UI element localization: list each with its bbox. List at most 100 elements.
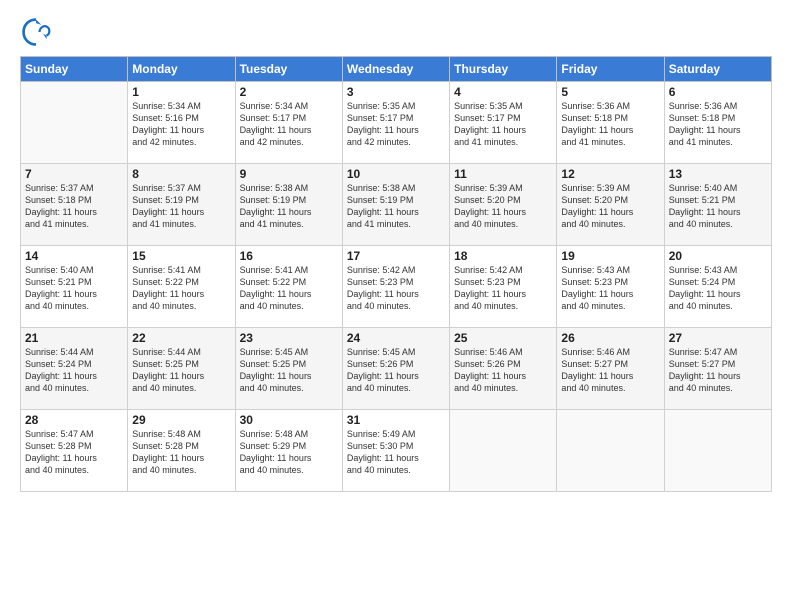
calendar-cell: 8Sunrise: 5:37 AM Sunset: 5:19 PM Daylig… (128, 164, 235, 246)
day-number: 9 (240, 167, 338, 181)
week-row-5: 28Sunrise: 5:47 AM Sunset: 5:28 PM Dayli… (21, 410, 772, 492)
day-info: Sunrise: 5:42 AM Sunset: 5:23 PM Dayligh… (347, 264, 445, 313)
calendar-cell: 11Sunrise: 5:39 AM Sunset: 5:20 PM Dayli… (450, 164, 557, 246)
day-number: 16 (240, 249, 338, 263)
day-info: Sunrise: 5:39 AM Sunset: 5:20 PM Dayligh… (454, 182, 552, 231)
calendar-cell (21, 82, 128, 164)
day-number: 14 (25, 249, 123, 263)
day-info: Sunrise: 5:43 AM Sunset: 5:23 PM Dayligh… (561, 264, 659, 313)
calendar-cell: 29Sunrise: 5:48 AM Sunset: 5:28 PM Dayli… (128, 410, 235, 492)
day-info: Sunrise: 5:44 AM Sunset: 5:24 PM Dayligh… (25, 346, 123, 395)
day-info: Sunrise: 5:49 AM Sunset: 5:30 PM Dayligh… (347, 428, 445, 477)
weekday-header-thursday: Thursday (450, 57, 557, 82)
day-info: Sunrise: 5:37 AM Sunset: 5:19 PM Dayligh… (132, 182, 230, 231)
day-info: Sunrise: 5:44 AM Sunset: 5:25 PM Dayligh… (132, 346, 230, 395)
day-number: 10 (347, 167, 445, 181)
day-number: 25 (454, 331, 552, 345)
header (20, 16, 772, 48)
calendar-cell: 27Sunrise: 5:47 AM Sunset: 5:27 PM Dayli… (664, 328, 771, 410)
day-number: 21 (25, 331, 123, 345)
day-number: 28 (25, 413, 123, 427)
day-info: Sunrise: 5:42 AM Sunset: 5:23 PM Dayligh… (454, 264, 552, 313)
weekday-header-wednesday: Wednesday (342, 57, 449, 82)
day-number: 2 (240, 85, 338, 99)
calendar-cell: 23Sunrise: 5:45 AM Sunset: 5:25 PM Dayli… (235, 328, 342, 410)
calendar: SundayMondayTuesdayWednesdayThursdayFrid… (20, 56, 772, 492)
calendar-cell: 16Sunrise: 5:41 AM Sunset: 5:22 PM Dayli… (235, 246, 342, 328)
day-number: 12 (561, 167, 659, 181)
day-number: 15 (132, 249, 230, 263)
calendar-cell: 30Sunrise: 5:48 AM Sunset: 5:29 PM Dayli… (235, 410, 342, 492)
day-info: Sunrise: 5:48 AM Sunset: 5:29 PM Dayligh… (240, 428, 338, 477)
calendar-cell: 24Sunrise: 5:45 AM Sunset: 5:26 PM Dayli… (342, 328, 449, 410)
day-info: Sunrise: 5:34 AM Sunset: 5:17 PM Dayligh… (240, 100, 338, 149)
week-row-1: 1Sunrise: 5:34 AM Sunset: 5:16 PM Daylig… (21, 82, 772, 164)
day-info: Sunrise: 5:40 AM Sunset: 5:21 PM Dayligh… (25, 264, 123, 313)
calendar-cell: 21Sunrise: 5:44 AM Sunset: 5:24 PM Dayli… (21, 328, 128, 410)
day-info: Sunrise: 5:37 AM Sunset: 5:18 PM Dayligh… (25, 182, 123, 231)
day-number: 31 (347, 413, 445, 427)
page: SundayMondayTuesdayWednesdayThursdayFrid… (0, 0, 792, 612)
day-number: 30 (240, 413, 338, 427)
day-number: 24 (347, 331, 445, 345)
day-info: Sunrise: 5:46 AM Sunset: 5:27 PM Dayligh… (561, 346, 659, 395)
calendar-cell: 17Sunrise: 5:42 AM Sunset: 5:23 PM Dayli… (342, 246, 449, 328)
weekday-header-monday: Monday (128, 57, 235, 82)
day-info: Sunrise: 5:47 AM Sunset: 5:28 PM Dayligh… (25, 428, 123, 477)
day-info: Sunrise: 5:34 AM Sunset: 5:16 PM Dayligh… (132, 100, 230, 149)
calendar-cell: 28Sunrise: 5:47 AM Sunset: 5:28 PM Dayli… (21, 410, 128, 492)
day-number: 11 (454, 167, 552, 181)
day-number: 5 (561, 85, 659, 99)
calendar-cell: 20Sunrise: 5:43 AM Sunset: 5:24 PM Dayli… (664, 246, 771, 328)
weekday-header-sunday: Sunday (21, 57, 128, 82)
calendar-cell: 19Sunrise: 5:43 AM Sunset: 5:23 PM Dayli… (557, 246, 664, 328)
calendar-cell: 12Sunrise: 5:39 AM Sunset: 5:20 PM Dayli… (557, 164, 664, 246)
calendar-cell: 6Sunrise: 5:36 AM Sunset: 5:18 PM Daylig… (664, 82, 771, 164)
day-info: Sunrise: 5:40 AM Sunset: 5:21 PM Dayligh… (669, 182, 767, 231)
day-info: Sunrise: 5:45 AM Sunset: 5:26 PM Dayligh… (347, 346, 445, 395)
calendar-cell: 13Sunrise: 5:40 AM Sunset: 5:21 PM Dayli… (664, 164, 771, 246)
day-info: Sunrise: 5:45 AM Sunset: 5:25 PM Dayligh… (240, 346, 338, 395)
day-number: 7 (25, 167, 123, 181)
day-info: Sunrise: 5:46 AM Sunset: 5:26 PM Dayligh… (454, 346, 552, 395)
day-number: 6 (669, 85, 767, 99)
weekday-header-row: SundayMondayTuesdayWednesdayThursdayFrid… (21, 57, 772, 82)
calendar-cell: 7Sunrise: 5:37 AM Sunset: 5:18 PM Daylig… (21, 164, 128, 246)
calendar-cell (664, 410, 771, 492)
day-info: Sunrise: 5:38 AM Sunset: 5:19 PM Dayligh… (347, 182, 445, 231)
weekday-header-friday: Friday (557, 57, 664, 82)
calendar-cell: 26Sunrise: 5:46 AM Sunset: 5:27 PM Dayli… (557, 328, 664, 410)
day-info: Sunrise: 5:35 AM Sunset: 5:17 PM Dayligh… (454, 100, 552, 149)
calendar-cell: 4Sunrise: 5:35 AM Sunset: 5:17 PM Daylig… (450, 82, 557, 164)
day-info: Sunrise: 5:39 AM Sunset: 5:20 PM Dayligh… (561, 182, 659, 231)
day-info: Sunrise: 5:38 AM Sunset: 5:19 PM Dayligh… (240, 182, 338, 231)
calendar-cell: 10Sunrise: 5:38 AM Sunset: 5:19 PM Dayli… (342, 164, 449, 246)
calendar-cell: 1Sunrise: 5:34 AM Sunset: 5:16 PM Daylig… (128, 82, 235, 164)
calendar-cell: 18Sunrise: 5:42 AM Sunset: 5:23 PM Dayli… (450, 246, 557, 328)
day-info: Sunrise: 5:43 AM Sunset: 5:24 PM Dayligh… (669, 264, 767, 313)
calendar-cell (450, 410, 557, 492)
calendar-cell: 15Sunrise: 5:41 AM Sunset: 5:22 PM Dayli… (128, 246, 235, 328)
logo-icon (20, 16, 52, 48)
day-number: 8 (132, 167, 230, 181)
calendar-cell: 31Sunrise: 5:49 AM Sunset: 5:30 PM Dayli… (342, 410, 449, 492)
day-number: 26 (561, 331, 659, 345)
calendar-cell (557, 410, 664, 492)
weekday-header-saturday: Saturday (664, 57, 771, 82)
calendar-cell: 9Sunrise: 5:38 AM Sunset: 5:19 PM Daylig… (235, 164, 342, 246)
day-info: Sunrise: 5:47 AM Sunset: 5:27 PM Dayligh… (669, 346, 767, 395)
calendar-cell: 2Sunrise: 5:34 AM Sunset: 5:17 PM Daylig… (235, 82, 342, 164)
day-number: 1 (132, 85, 230, 99)
logo (20, 16, 56, 48)
weekday-header-tuesday: Tuesday (235, 57, 342, 82)
day-number: 18 (454, 249, 552, 263)
day-number: 4 (454, 85, 552, 99)
day-number: 20 (669, 249, 767, 263)
day-number: 3 (347, 85, 445, 99)
day-info: Sunrise: 5:36 AM Sunset: 5:18 PM Dayligh… (669, 100, 767, 149)
calendar-cell: 25Sunrise: 5:46 AM Sunset: 5:26 PM Dayli… (450, 328, 557, 410)
calendar-cell: 14Sunrise: 5:40 AM Sunset: 5:21 PM Dayli… (21, 246, 128, 328)
day-number: 29 (132, 413, 230, 427)
day-number: 27 (669, 331, 767, 345)
week-row-4: 21Sunrise: 5:44 AM Sunset: 5:24 PM Dayli… (21, 328, 772, 410)
